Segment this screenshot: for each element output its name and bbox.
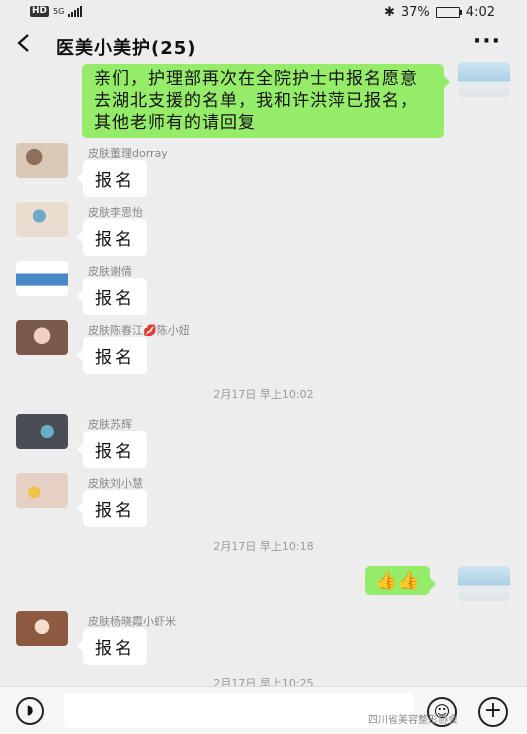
message-bubble[interactable]: 报名	[77, 219, 147, 256]
more-button[interactable]: ···	[473, 29, 501, 54]
avatar-self[interactable]	[458, 566, 510, 601]
message-bubble[interactable]: 报名	[77, 337, 147, 374]
avatar[interactable]	[16, 473, 68, 508]
sender-name: 皮肤刘小慧	[88, 477, 143, 490]
hd-indicator: HD	[30, 6, 50, 17]
input-bar: ◗ ☺ +	[0, 686, 527, 734]
message-bubble[interactable]: 报名	[77, 278, 147, 315]
message-bubble[interactable]: 报名	[77, 431, 147, 468]
sender-name: 皮肤谢倩	[88, 265, 132, 278]
avatar[interactable]	[16, 143, 68, 178]
message-bubble-self[interactable]: 👍👍	[365, 566, 436, 595]
network-indicator: 5G	[53, 6, 65, 16]
watermark: 四川省美容整形协会	[368, 715, 458, 726]
message-input[interactable]	[64, 693, 414, 728]
message-bubble[interactable]: 报名	[77, 628, 147, 665]
chat-title: 医美小美护(25)	[56, 38, 197, 59]
sender-name: 皮肤苏辉	[88, 418, 132, 431]
bluetooth-icon: ✱	[383, 5, 395, 20]
clock: 4:02	[465, 5, 495, 20]
sender-name: 皮肤李思怡	[88, 206, 143, 219]
plus-button[interactable]: +	[478, 697, 508, 727]
battery-icon	[435, 7, 462, 18]
avatar[interactable]	[16, 611, 68, 646]
signal-icon	[68, 6, 83, 17]
voice-icon: ◗	[26, 703, 34, 718]
voice-button[interactable]: ◗	[16, 697, 44, 725]
sender-name: 皮肤陈春江💋陈小妞	[88, 324, 190, 337]
back-button[interactable]	[16, 33, 30, 59]
chat-header: 医美小美护(25) ···	[0, 26, 527, 66]
timestamp: 2月17日 早上10:18	[213, 540, 314, 553]
timestamp: 2月17日 早上10:02	[213, 388, 314, 401]
sender-name: 皮肤董理dorray	[88, 147, 168, 160]
avatar[interactable]	[16, 202, 68, 237]
avatar[interactable]	[16, 320, 68, 355]
message-bubble[interactable]: 报名	[77, 160, 147, 197]
status-bar: HD 5G ✱ 37% 4:02	[0, 0, 527, 26]
avatar[interactable]	[16, 414, 68, 449]
avatar[interactable]	[16, 261, 68, 296]
message-bubble-self[interactable]: 亲们，护理部再次在全院护士中报名愿意去湖北支援的名单，我和许洪萍已报名，其他老师…	[82, 64, 450, 138]
sender-name: 皮肤杨晓霞小虾米	[88, 615, 176, 628]
plus-icon: +	[483, 698, 503, 723]
avatar-self[interactable]	[458, 62, 510, 97]
message-bubble[interactable]: 报名	[77, 490, 147, 527]
chevron-left-icon	[17, 34, 29, 52]
battery-percent: 37%	[400, 5, 430, 20]
